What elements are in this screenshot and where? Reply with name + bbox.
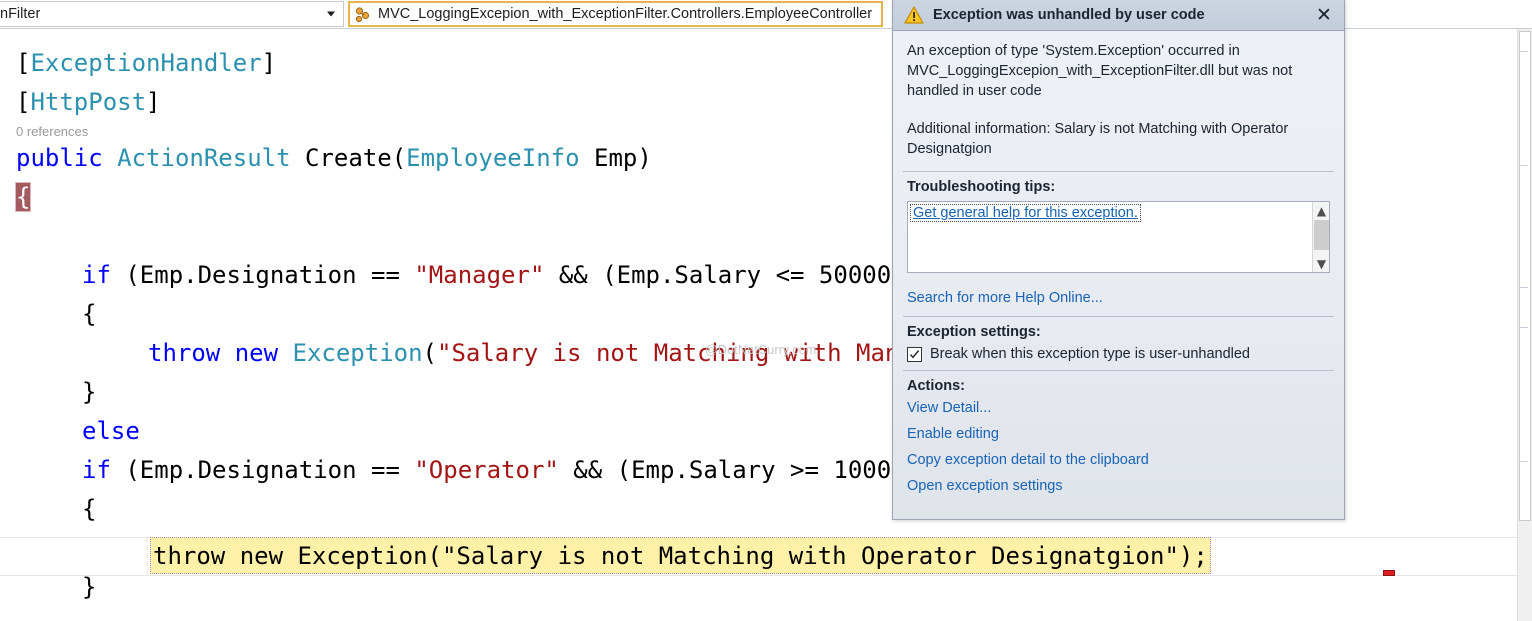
chevron-down-icon[interactable]: ▼: [1313, 255, 1329, 272]
code-token: }: [82, 378, 97, 406]
code-token: [: [16, 49, 31, 77]
codelens-references[interactable]: 0 references: [16, 124, 88, 140]
exception-message-additional: Additional information: Salary is not Ma…: [907, 121, 1289, 157]
tips-scrollbar[interactable]: ▲ ▼: [1312, 202, 1329, 272]
code-token: Create(: [305, 144, 407, 172]
code-line: {: [82, 490, 96, 529]
exception-settings-section: Exception settings: Break when this exce…: [893, 317, 1344, 370]
code-token: if: [82, 456, 111, 484]
code-token: (Emp.Designation ==: [110, 456, 415, 484]
get-general-help-link[interactable]: Get general help for this exception.: [910, 204, 1141, 222]
code-token: [: [16, 88, 31, 116]
vertical-scrollbar[interactable]: [1517, 29, 1532, 621]
member-dropdown[interactable]: nFilter: [0, 1, 344, 27]
code-token: {: [14, 182, 32, 212]
code-token: }: [82, 573, 97, 601]
code-line: else: [82, 412, 140, 451]
code-line: }: [82, 373, 96, 412]
action-open-settings[interactable]: Open exception settings: [907, 478, 1330, 494]
type-dropdown[interactable]: MVC_LoggingExcepion_with_ExceptionFilter…: [348, 1, 883, 27]
code-token: ActionResult: [117, 144, 305, 172]
code-token: else: [82, 417, 140, 445]
code-line: if (Emp.Designation == "Manager" && (Emp…: [82, 256, 920, 295]
code-token: if: [82, 261, 111, 289]
exception-message-primary: An exception of type 'System.Exception' …: [907, 43, 1293, 99]
scrollbar-tick: [1519, 461, 1528, 462]
close-icon[interactable]: ✕: [1312, 4, 1336, 26]
code-token: Emp): [579, 144, 652, 172]
code-token: ExceptionHandler: [30, 49, 262, 77]
code-token: ]: [146, 88, 161, 116]
dialog-title-bar: Exception was unhandled by user code ✕: [893, 0, 1344, 31]
warning-triangle-icon: [904, 6, 924, 24]
type-dropdown-value: MVC_LoggingExcepion_with_ExceptionFilter…: [378, 6, 873, 22]
code-token: {: [82, 495, 97, 523]
scrollbar-tick: [1519, 287, 1528, 288]
code-token: ]: [261, 49, 277, 77]
actions-heading: Actions:: [907, 378, 965, 394]
actions-list: View Detail... Enable editing Copy excep…: [907, 400, 1330, 494]
search-help-online-link[interactable]: Search for more Help Online...: [907, 290, 1103, 306]
action-view-detail[interactable]: View Detail...: [907, 400, 1330, 416]
code-line: {: [82, 295, 96, 334]
code-token: "Operator": [414, 456, 559, 484]
code-token: && (Emp.Salary >= 100000)): [558, 456, 949, 484]
break-on-exception-label: Break when this exception type is user-u…: [930, 346, 1250, 362]
current-statement-highlight[interactable]: throw new Exception("Salary is not Match…: [150, 537, 1211, 574]
code-line: }: [82, 568, 96, 607]
error-squiggle-marker: [1383, 570, 1395, 576]
code-token: (Emp.Designation ==: [110, 261, 415, 289]
exception-settings-heading: Exception settings:: [907, 324, 1041, 340]
actions-section: Actions: View Detail... Enable editing C…: [893, 371, 1344, 502]
code-line: if (Emp.Designation == "Operator" && (Em…: [82, 451, 949, 490]
exception-message: An exception of type 'System.Exception' …: [893, 31, 1344, 171]
tips-scrollbar-thumb[interactable]: [1314, 220, 1329, 250]
code-line: [HttpPost]: [16, 83, 161, 122]
troubleshooting-tips-box[interactable]: Get general help for this exception. ▲ ▼: [907, 201, 1330, 273]
code-token: public: [16, 144, 118, 172]
code-line: {: [14, 178, 32, 217]
code-token: && (Emp.Salary <= 50000)): [544, 261, 921, 289]
troubleshooting-heading: Troubleshooting tips:: [907, 179, 1056, 195]
current-line-rule-bottom: [0, 575, 1517, 576]
scrollbar-tick: [1519, 51, 1528, 52]
dialog-title: Exception was unhandled by user code: [933, 7, 1205, 23]
code-line: [ExceptionHandler]: [16, 44, 276, 83]
code-token: EmployeeInfo: [406, 144, 580, 172]
break-on-exception-checkbox[interactable]: [907, 346, 922, 362]
scrollbar-tick: [1519, 327, 1528, 328]
member-dropdown-value: nFilter: [0, 6, 41, 22]
troubleshooting-section: Troubleshooting tips: Get general help f…: [893, 172, 1344, 281]
action-enable-editing[interactable]: Enable editing: [907, 426, 1330, 442]
code-line: public ActionResult Create(EmployeeInfo …: [16, 139, 652, 178]
code-token: "Manager": [414, 261, 545, 289]
watermark: @DotNetCurry.com: [705, 343, 817, 357]
code-token: {: [82, 300, 97, 328]
action-copy-detail[interactable]: Copy exception detail to the clipboard: [907, 452, 1330, 468]
search-online-row: Search for more Help Online...: [893, 281, 1344, 316]
chevron-down-icon: [327, 11, 335, 17]
scrollbar-tick: [1519, 165, 1528, 166]
code-token: throw new: [148, 339, 293, 367]
scrollbar-thumb[interactable]: [1519, 31, 1531, 521]
code-token: Exception: [292, 339, 423, 367]
code-token: HttpPost: [30, 88, 147, 116]
chevron-up-icon[interactable]: ▲: [1313, 202, 1329, 219]
code-token: (: [422, 339, 437, 367]
exception-dialog[interactable]: Exception was unhandled by user code ✕ A…: [892, 0, 1345, 520]
class-icon: [354, 6, 371, 23]
break-on-exception-row[interactable]: Break when this exception type is user-u…: [907, 346, 1330, 362]
